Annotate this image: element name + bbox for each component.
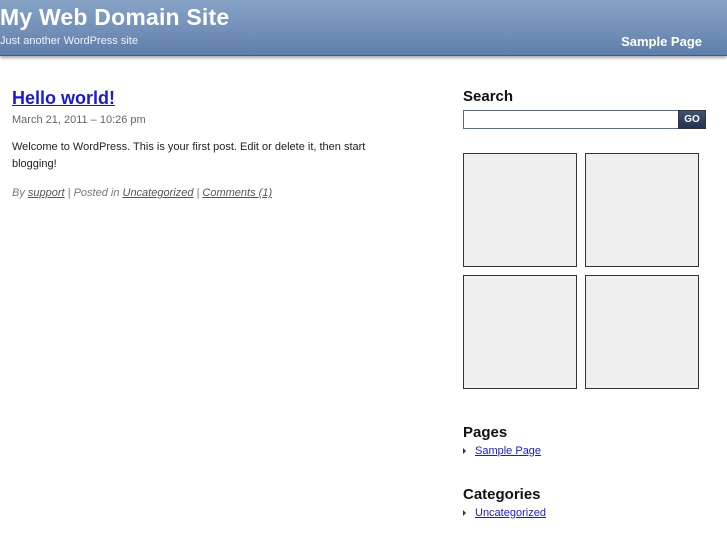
post-title[interactable]: Hello world! <box>12 88 115 108</box>
site-header: My Web Domain Site Just another WordPres… <box>0 0 727 56</box>
ad-placeholder[interactable] <box>585 275 699 389</box>
pages-widget-title: Pages <box>463 424 508 441</box>
post-body: Welcome to WordPress. This is your first… <box>12 141 366 170</box>
categories-list: Uncategorized <box>463 507 713 519</box>
post-meta-posted-in: | Posted in <box>64 187 123 199</box>
categories-item-uncategorized[interactable]: Uncategorized <box>475 507 546 519</box>
post-category-link[interactable]: Uncategorized <box>123 187 194 199</box>
bullet-arrow-icon <box>463 448 466 454</box>
search-widget-title: Search <box>463 88 514 105</box>
post-meta-by: By <box>12 187 28 199</box>
search-widget: Search GO <box>463 88 713 130</box>
post: Hello world! March 21, 2011 – 10:26 pm W… <box>12 88 422 199</box>
search-form: GO <box>463 110 713 130</box>
post-comments-link[interactable]: Comments (1) <box>202 187 272 199</box>
bullet-arrow-icon <box>463 510 466 516</box>
post-author-link[interactable]: support <box>28 187 65 199</box>
ad-grid <box>463 153 703 393</box>
search-input[interactable] <box>463 110 680 129</box>
ad-placeholder[interactable] <box>463 275 577 389</box>
categories-widget-title: Categories <box>463 486 541 503</box>
sidebar: Search GO Pages Sample Page Categories U… <box>463 88 713 519</box>
list-item: Uncategorized <box>463 507 713 519</box>
site-title[interactable]: My Web Domain Site <box>0 4 229 31</box>
post-date: March 21, 2011 – 10:26 pm <box>12 114 146 126</box>
search-go-button[interactable]: GO <box>678 110 706 129</box>
ad-placeholder[interactable] <box>463 153 577 267</box>
site-description: Just another WordPress site <box>0 35 138 47</box>
pages-item-sample-page[interactable]: Sample Page <box>475 445 541 457</box>
pages-widget: Pages Sample Page <box>463 424 713 457</box>
list-item: Sample Page <box>463 445 713 457</box>
ad-placeholder[interactable] <box>585 153 699 267</box>
pages-list: Sample Page <box>463 445 713 457</box>
categories-widget: Categories Uncategorized <box>463 486 713 519</box>
nav-sample-page[interactable]: Sample Page <box>621 34 702 49</box>
post-meta: By support | Posted in Uncategorized | C… <box>12 187 422 199</box>
